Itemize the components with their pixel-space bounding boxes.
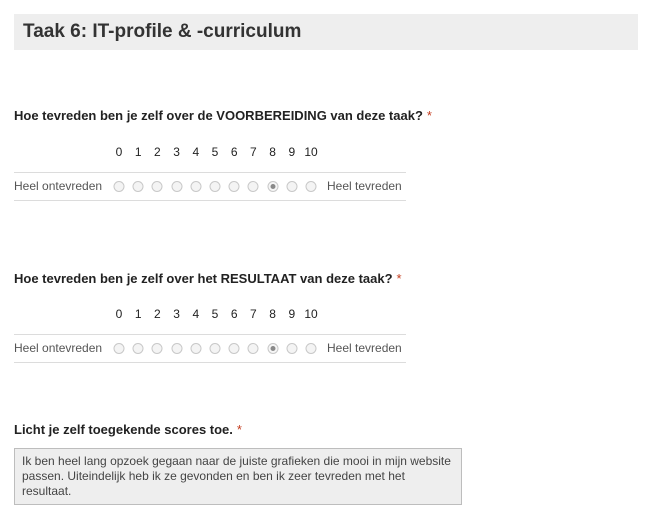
required-marker: * bbox=[426, 108, 432, 123]
question-1-scale-numbers: 0 1 2 3 4 5 6 7 8 9 10 bbox=[0, 145, 652, 161]
question-1-text: Hoe tevreden ben je zelf over de VOORBER… bbox=[14, 108, 423, 123]
section-header: Taak 6: IT-profile & -curriculum bbox=[14, 14, 638, 50]
section-title: Taak 6: IT-profile & -curriculum bbox=[23, 21, 302, 42]
scale-number-10: 10 bbox=[304, 307, 318, 321]
question-2-text: Hoe tevreden ben je zelf over het RESULT… bbox=[14, 271, 393, 286]
question-1-title: Hoe tevreden ben je zelf over de VOORBER… bbox=[14, 108, 432, 123]
scale-number-3: 3 bbox=[173, 145, 180, 159]
rating-radio-10[interactable] bbox=[305, 343, 317, 354]
scale-min-label: Heel ontevreden bbox=[14, 341, 103, 355]
rating-radio-10[interactable] bbox=[305, 181, 317, 192]
scale-number-1: 1 bbox=[134, 307, 142, 321]
question-3-title: Licht je zelf toegekende scores toe. * bbox=[14, 422, 242, 437]
rating-radio-9[interactable] bbox=[286, 343, 298, 354]
scale-number-4: 4 bbox=[192, 307, 200, 321]
rating-radio-1[interactable] bbox=[132, 181, 144, 192]
rating-radio-6[interactable] bbox=[228, 181, 240, 192]
scale-number-6: 6 bbox=[230, 307, 238, 321]
explanation-textarea[interactable]: Ik ben heel lang opzoek gegaan naar de j… bbox=[14, 448, 462, 505]
question-2-title: Hoe tevreden ben je zelf over het RESULT… bbox=[14, 271, 402, 286]
scale-number-2: 2 bbox=[154, 145, 161, 159]
scale-number-9: 9 bbox=[288, 307, 296, 321]
question-2-scale-numbers: 0 1 2 3 4 5 6 7 8 9 10 bbox=[0, 307, 652, 323]
rating-radio-4[interactable] bbox=[190, 343, 202, 354]
rating-radio-0[interactable] bbox=[113, 343, 125, 354]
question-3-text: Licht je zelf toegekende scores toe. bbox=[14, 422, 233, 437]
scale-number-6: 6 bbox=[230, 145, 238, 159]
scale-max-label: Heel tevreden bbox=[327, 179, 402, 193]
rating-radio-1[interactable] bbox=[132, 343, 144, 354]
rating-radio-8[interactable] bbox=[267, 181, 279, 192]
rating-radio-2[interactable] bbox=[151, 343, 163, 354]
question-1-scale-row: Heel ontevreden Heel tevreden bbox=[14, 172, 406, 201]
scale-number-2: 2 bbox=[154, 307, 161, 321]
rating-radio-6[interactable] bbox=[228, 343, 240, 354]
rating-radio-4[interactable] bbox=[190, 181, 202, 192]
rating-radio-3[interactable] bbox=[171, 343, 183, 354]
rating-radio-9[interactable] bbox=[286, 181, 298, 192]
scale-max-label: Heel tevreden bbox=[327, 341, 402, 355]
scale-number-5: 5 bbox=[211, 145, 219, 159]
rating-radio-0[interactable] bbox=[113, 181, 125, 192]
rating-radio-7[interactable] bbox=[247, 181, 259, 192]
scale-number-5: 5 bbox=[211, 307, 219, 321]
scale-number-4: 4 bbox=[192, 145, 200, 159]
rating-radio-5[interactable] bbox=[209, 181, 221, 192]
scale-number-8: 8 bbox=[269, 307, 276, 321]
scale-number-0: 0 bbox=[115, 307, 123, 321]
scale-number-8: 8 bbox=[269, 145, 276, 159]
question-2-scale-row: Heel ontevreden Heel tevreden bbox=[14, 334, 406, 363]
rating-radio-5[interactable] bbox=[209, 343, 221, 354]
scale-number-7: 7 bbox=[250, 307, 257, 321]
required-marker: * bbox=[396, 271, 402, 286]
scale-number-0: 0 bbox=[115, 145, 123, 159]
scale-min-label: Heel ontevreden bbox=[14, 179, 103, 193]
rating-radio-2[interactable] bbox=[151, 181, 163, 192]
scale-number-9: 9 bbox=[288, 145, 296, 159]
scale-number-7: 7 bbox=[250, 145, 257, 159]
rating-radio-8[interactable] bbox=[267, 343, 279, 354]
rating-radio-3[interactable] bbox=[171, 181, 183, 192]
required-marker: * bbox=[236, 422, 242, 437]
scale-number-10: 10 bbox=[304, 145, 318, 159]
scale-number-1: 1 bbox=[134, 145, 142, 159]
rating-radio-7[interactable] bbox=[247, 343, 259, 354]
scale-number-3: 3 bbox=[173, 307, 180, 321]
